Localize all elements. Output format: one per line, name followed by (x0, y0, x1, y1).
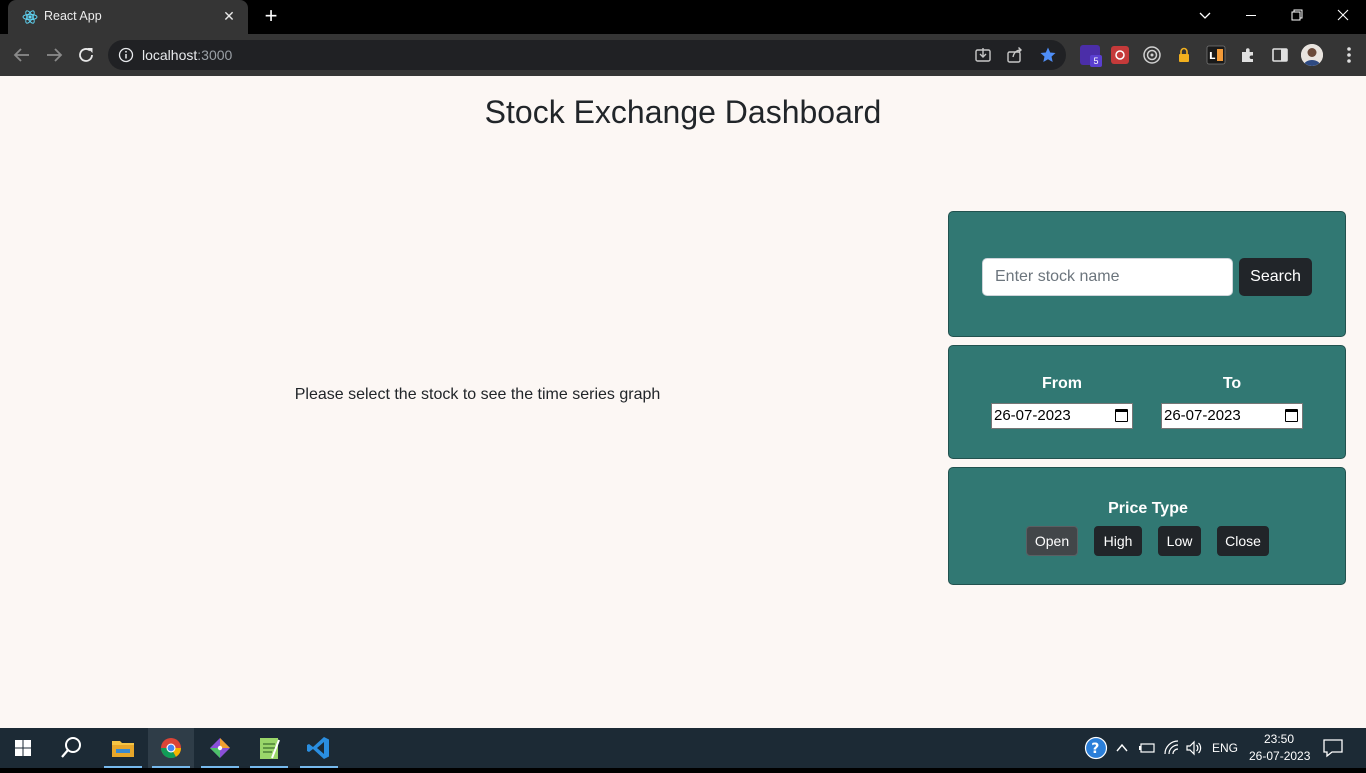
vscode-icon[interactable] (296, 728, 342, 768)
price-type-panel: Price Type Open High Low Close (948, 467, 1346, 585)
date-range-panel: From 26-07-2023 To 26-07-2023 (948, 345, 1346, 459)
extension-badge: 5 (1090, 55, 1102, 67)
price-type-label: Price Type (1108, 500, 1188, 517)
notepad-plus-icon[interactable] (246, 728, 292, 768)
puzzle-extensions-icon[interactable] (1238, 45, 1258, 65)
svg-text:?: ? (1091, 741, 1099, 757)
chevron-up-icon[interactable] (1114, 740, 1130, 756)
side-panel-icon[interactable] (1270, 45, 1290, 65)
close-tab-icon[interactable]: ✕ (218, 5, 240, 27)
share-icon[interactable] (1006, 46, 1024, 64)
volume-icon[interactable] (1185, 739, 1203, 757)
red-extension-icon[interactable] (1110, 45, 1130, 65)
to-label: To (1222, 375, 1242, 392)
chrome-taskbar-icon[interactable] (148, 728, 194, 768)
clock-time[interactable]: 23:50 (1264, 732, 1294, 746)
calendar-icon[interactable] (1115, 409, 1128, 422)
tab-title: React App (44, 9, 102, 23)
new-tab-button[interactable]: + (258, 4, 284, 30)
extension-icon[interactable]: 5 (1080, 45, 1102, 67)
price-high-button[interactable]: High (1094, 526, 1142, 556)
from-date-input[interactable]: 26-07-2023 (991, 403, 1133, 429)
to-date-input[interactable]: 26-07-2023 (1161, 403, 1303, 429)
windows-start-icon[interactable] (0, 728, 46, 768)
lock-extension-icon[interactable] (1174, 45, 1194, 65)
back-arrow-icon[interactable] (9, 42, 35, 68)
install-app-icon[interactable] (974, 46, 992, 64)
search-panel: Search (948, 211, 1346, 337)
react-icon (22, 10, 38, 24)
windows-taskbar: ? ENG 23:50 26-07-2023 (0, 728, 1366, 768)
battery-icon[interactable] (1138, 740, 1156, 756)
from-date-value: 26-07-2023 (994, 407, 1071, 424)
site-info-icon[interactable] (118, 47, 134, 63)
empty-graph-message: Please select the stock to see the time … (294, 386, 661, 403)
price-open-button[interactable]: Open (1026, 526, 1078, 556)
notification-icon[interactable] (1322, 738, 1344, 758)
svg-text:L: L (1209, 51, 1216, 62)
browser-toolbar: localhost:3000 5 L (0, 34, 1366, 76)
more-menu-icon[interactable] (1346, 46, 1352, 64)
calendar-icon[interactable] (1285, 409, 1298, 422)
search-button[interactable]: Search (1239, 258, 1312, 296)
price-low-button[interactable]: Low (1158, 526, 1201, 556)
profile-avatar[interactable] (1301, 44, 1323, 66)
url-text: localhost:3000 (142, 47, 233, 63)
close-window-icon[interactable] (1320, 0, 1366, 32)
git-tool-icon[interactable] (197, 728, 243, 768)
page-title: Stock Exchange Dashboard (484, 94, 882, 130)
tab-search-chevron-icon[interactable] (1182, 0, 1228, 32)
clock-date[interactable]: 26-07-2023 (1249, 749, 1310, 763)
reload-icon[interactable] (73, 42, 99, 68)
from-label: From (1042, 375, 1082, 392)
target-extension-icon[interactable] (1142, 45, 1162, 65)
stock-search-input[interactable] (982, 258, 1233, 296)
to-date-value: 26-07-2023 (1164, 407, 1241, 424)
dashboard-page: Stock Exchange Dashboard Please select t… (0, 76, 1366, 728)
tab-strip: React App ✕ + (0, 0, 1366, 34)
wifi-icon[interactable] (1163, 739, 1181, 757)
browser-tab[interactable]: React App ✕ (8, 0, 248, 34)
restore-icon[interactable] (1274, 0, 1320, 32)
language-indicator[interactable]: ENG (1212, 741, 1238, 755)
price-close-button[interactable]: Close (1217, 526, 1269, 556)
bookmark-star-icon[interactable] (1039, 46, 1057, 64)
minimize-icon[interactable] (1228, 0, 1274, 32)
search-icon[interactable] (48, 728, 94, 768)
lighthouse-extension-icon[interactable]: L (1206, 45, 1226, 65)
forward-arrow-icon[interactable] (41, 42, 67, 68)
help-icon[interactable]: ? (1084, 736, 1108, 760)
address-bar[interactable]: localhost:3000 (108, 40, 1066, 70)
file-explorer-icon[interactable] (100, 728, 146, 768)
